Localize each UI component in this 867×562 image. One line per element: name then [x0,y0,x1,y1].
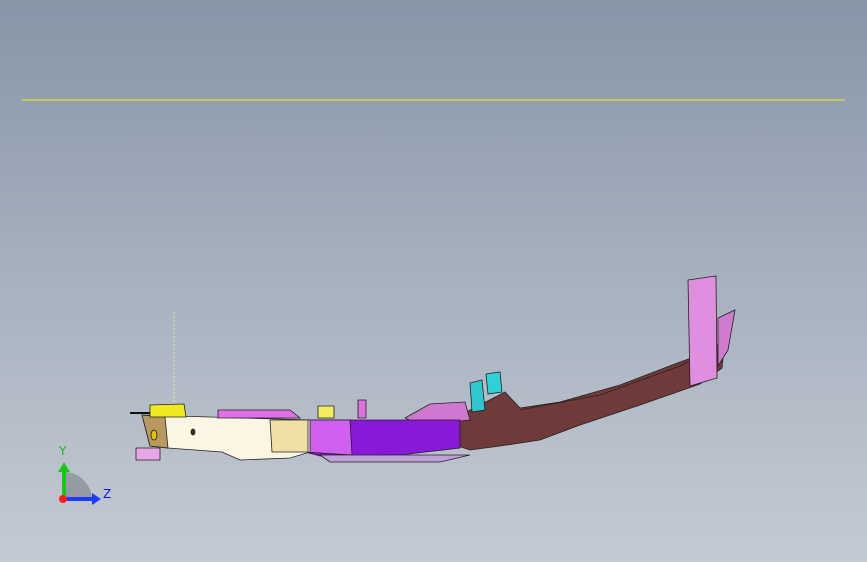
yellow-block [149,403,187,418]
orientation-triad: Y Z [58,444,111,505]
pink-upright [687,275,718,387]
cad-part-assembly[interactable] [130,275,736,463]
z-axis-label: Z [103,487,111,501]
x-axis-dot [59,495,67,503]
triad-plane-arc [64,472,92,500]
y-axis-label: Y [58,444,67,458]
3d-viewport[interactable]: Y Z [0,0,867,562]
cyan-bracket [485,371,503,395]
